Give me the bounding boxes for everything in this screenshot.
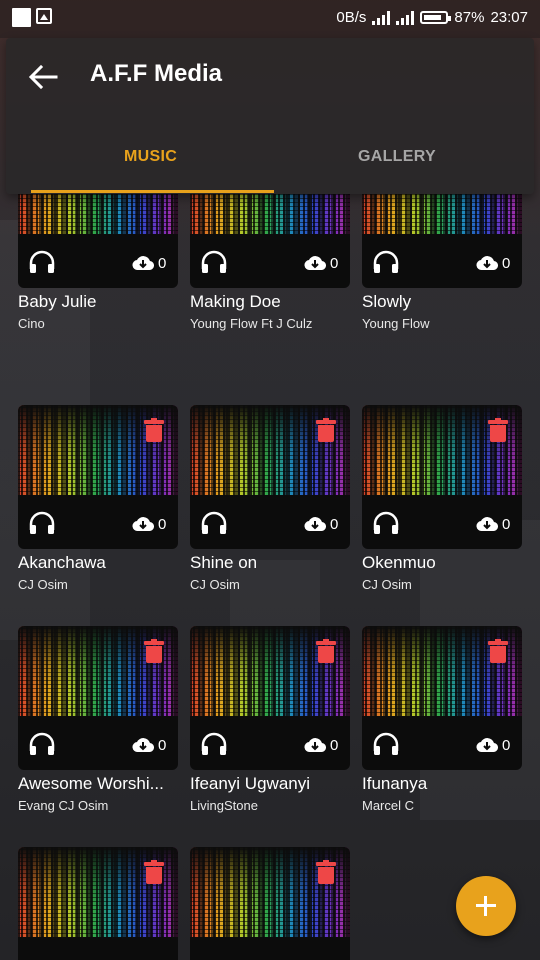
download-count-value: 0 bbox=[330, 736, 339, 754]
signal-2-icon bbox=[396, 10, 415, 25]
song-artwork[interactable]: 0 bbox=[190, 405, 350, 549]
song-artwork[interactable]: 0 bbox=[362, 626, 522, 770]
download-count-value: 0 bbox=[158, 736, 167, 754]
cloud-download-icon bbox=[476, 517, 498, 532]
song-artwork[interactable]: 0 bbox=[190, 626, 350, 770]
page-title: A.F.F Media bbox=[90, 60, 223, 87]
signal-icon bbox=[372, 10, 391, 25]
tab-music[interactable]: MUSIC bbox=[124, 148, 177, 166]
download-count-value: 0 bbox=[502, 736, 511, 754]
song-artist: CJ Osim bbox=[362, 577, 412, 592]
song-artwork[interactable]: 0 bbox=[18, 405, 178, 549]
headphones-icon[interactable] bbox=[28, 250, 56, 274]
network-speed: 0B/s bbox=[336, 9, 367, 26]
download-count[interactable]: 0 bbox=[476, 734, 510, 756]
song-title[interactable]: Making Doe bbox=[190, 292, 281, 312]
notification-icon bbox=[12, 8, 31, 27]
song-artwork[interactable]: 0 bbox=[18, 194, 178, 288]
active-tab-indicator bbox=[31, 190, 274, 193]
gallery-notification-icon bbox=[36, 8, 52, 24]
headphones-icon[interactable] bbox=[200, 732, 228, 756]
download-count-value: 0 bbox=[158, 515, 167, 533]
status-right: 0B/s 87% 23:07 bbox=[336, 9, 528, 26]
download-count[interactable]: 0 bbox=[476, 513, 510, 535]
trash-icon[interactable] bbox=[316, 860, 336, 884]
song-title[interactable]: Okenmuo bbox=[362, 553, 436, 573]
song-title[interactable]: Ifeanyi Ugwanyi bbox=[190, 774, 310, 794]
song-artist: Young Flow bbox=[362, 316, 430, 331]
song-artwork[interactable]: 0 bbox=[18, 626, 178, 770]
trash-icon[interactable] bbox=[316, 418, 336, 442]
cloud-download-icon bbox=[476, 256, 498, 271]
cloud-download-icon bbox=[304, 517, 326, 532]
arrow-left-icon[interactable] bbox=[28, 64, 58, 90]
download-count[interactable]: 0 bbox=[132, 513, 166, 535]
headphones-icon[interactable] bbox=[372, 250, 400, 274]
song-artist: CJ Osim bbox=[18, 577, 68, 592]
cloud-download-icon bbox=[132, 517, 154, 532]
trash-icon[interactable] bbox=[144, 418, 164, 442]
trash-icon[interactable] bbox=[144, 860, 164, 884]
trash-icon[interactable] bbox=[488, 639, 508, 663]
song-artwork[interactable]: 0 bbox=[190, 194, 350, 288]
headphones-icon[interactable] bbox=[28, 732, 56, 756]
download-count-value: 0 bbox=[158, 254, 167, 272]
trash-icon[interactable] bbox=[316, 639, 336, 663]
tab-gallery[interactable]: GALLERY bbox=[358, 148, 436, 166]
battery-icon bbox=[420, 11, 452, 24]
cloud-download-icon bbox=[132, 256, 154, 271]
song-title[interactable]: Baby Julie bbox=[18, 292, 96, 312]
download-count-value: 0 bbox=[330, 254, 339, 272]
download-count[interactable]: 0 bbox=[132, 734, 166, 756]
song-title[interactable]: Akanchawa bbox=[18, 553, 106, 573]
song-artist: Marcel C bbox=[362, 798, 415, 813]
headphones-icon[interactable] bbox=[372, 511, 400, 535]
app-header: A.F.F Media MUSIC GALLERY bbox=[6, 38, 534, 194]
song-title[interactable]: Ifunanya bbox=[362, 774, 427, 794]
headphones-icon[interactable] bbox=[28, 511, 56, 535]
download-count-value: 0 bbox=[502, 515, 511, 533]
headphones-icon[interactable] bbox=[200, 511, 228, 535]
download-count[interactable]: 0 bbox=[304, 734, 338, 756]
song-artist: Cino bbox=[18, 316, 45, 331]
add-button[interactable] bbox=[456, 876, 516, 936]
song-artwork[interactable]: 0 bbox=[362, 405, 522, 549]
download-count[interactable]: 0 bbox=[304, 513, 338, 535]
song-artist: LivingStone bbox=[190, 798, 258, 813]
cloud-download-icon bbox=[304, 738, 326, 753]
music-grid: 0 Baby Julie Cino 0 Making Doe Young Flo… bbox=[0, 194, 540, 960]
download-count-value: 0 bbox=[502, 254, 511, 272]
download-count-value: 0 bbox=[330, 515, 339, 533]
headphones-icon[interactable] bbox=[372, 732, 400, 756]
status-bar: 0B/s 87% 23:07 bbox=[0, 0, 540, 38]
cloud-download-icon bbox=[132, 738, 154, 753]
song-artist: Young Flow Ft J Culz bbox=[190, 316, 313, 331]
song-artwork[interactable]: 0 bbox=[362, 194, 522, 288]
trash-icon[interactable] bbox=[144, 639, 164, 663]
song-artwork[interactable] bbox=[18, 847, 178, 960]
cloud-download-icon bbox=[304, 256, 326, 271]
headphones-icon[interactable] bbox=[200, 250, 228, 274]
download-count[interactable]: 0 bbox=[132, 252, 166, 274]
song-title[interactable]: Slowly bbox=[362, 292, 411, 312]
song-artist: CJ Osim bbox=[190, 577, 240, 592]
song-title[interactable]: Shine on bbox=[190, 553, 257, 573]
clock: 23:07 bbox=[490, 9, 528, 26]
trash-icon[interactable] bbox=[488, 418, 508, 442]
song-artwork[interactable] bbox=[190, 847, 350, 960]
cloud-download-icon bbox=[476, 738, 498, 753]
download-count[interactable]: 0 bbox=[304, 252, 338, 274]
song-artist: Evang CJ Osim bbox=[18, 798, 109, 813]
battery-level: 87% bbox=[454, 9, 485, 26]
download-count[interactable]: 0 bbox=[476, 252, 510, 274]
song-title[interactable]: Awesome Worshi... bbox=[18, 774, 164, 794]
